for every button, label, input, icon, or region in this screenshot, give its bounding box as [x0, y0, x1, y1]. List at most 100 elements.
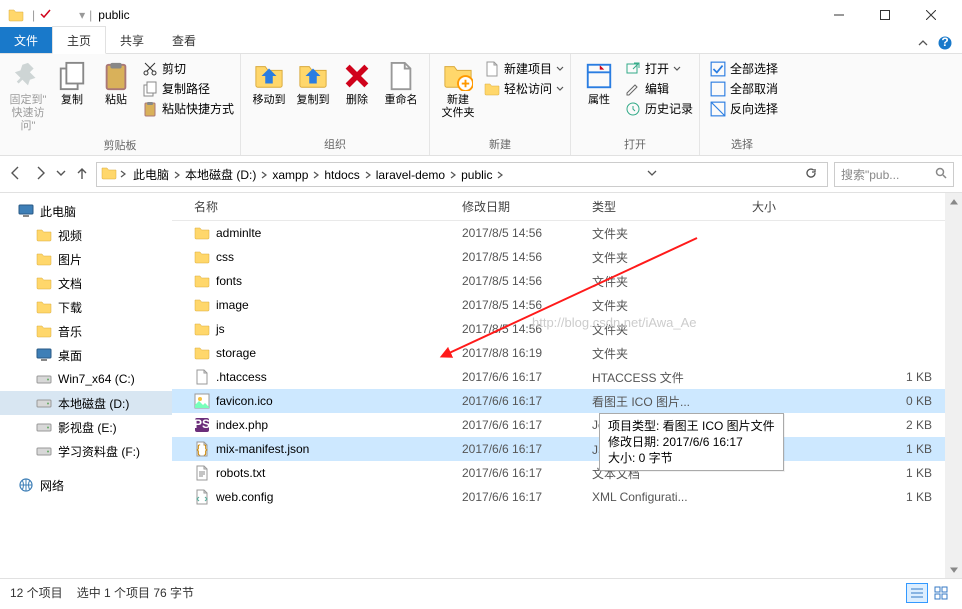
- sidebar-drive-e[interactable]: 影视盘 (E:): [0, 415, 172, 439]
- file-row[interactable]: favicon.ico2017/6/6 16:17看图王 ICO 图片...0 …: [172, 389, 962, 413]
- sidebar-drive-c[interactable]: Win7_x64 (C:): [0, 367, 172, 391]
- new-item-button[interactable]: 新建项目: [484, 60, 564, 77]
- breadcrumb-segment[interactable]: xampp: [268, 168, 312, 182]
- sidebar-desktop[interactable]: 桌面: [0, 343, 172, 367]
- tab-home[interactable]: 主页: [52, 26, 106, 54]
- breadcrumb-segment[interactable]: htdocs: [320, 168, 363, 182]
- sidebar-downloads[interactable]: 下载: [0, 295, 172, 319]
- folder-icon: [194, 345, 210, 361]
- file-date: 2017/8/5 14:56: [462, 274, 592, 288]
- invert-selection-button[interactable]: 反向选择: [710, 100, 778, 117]
- quick-access-check-icon[interactable]: [39, 7, 55, 23]
- sidebar-videos[interactable]: 视频: [0, 223, 172, 247]
- breadcrumb-segment[interactable]: 本地磁盘 (D:): [181, 168, 260, 182]
- help-button[interactable]: ?: [938, 36, 952, 53]
- recent-locations-button[interactable]: [56, 167, 66, 181]
- file-row[interactable]: fonts2017/8/5 14:56文件夹: [172, 269, 962, 293]
- col-name[interactable]: 名称: [172, 198, 462, 215]
- refresh-button[interactable]: [799, 167, 823, 182]
- file-date: 2017/6/6 16:17: [462, 466, 592, 480]
- view-details-button[interactable]: [906, 583, 928, 603]
- history-button[interactable]: 历史记录: [625, 100, 693, 117]
- col-date[interactable]: 修改日期: [462, 198, 592, 215]
- col-size[interactable]: 大小: [752, 198, 962, 215]
- breadcrumb-segment[interactable]: 此电脑: [129, 168, 173, 182]
- search-input[interactable]: 搜索"pub...: [834, 162, 954, 187]
- breadcrumb-segment[interactable]: laravel-demo: [372, 168, 449, 182]
- file-row[interactable]: .htaccess2017/6/6 16:17HTACCESS 文件1 KB: [172, 365, 962, 389]
- file-row[interactable]: adminlte2017/8/5 14:56文件夹: [172, 221, 962, 245]
- tab-file[interactable]: 文件: [0, 27, 52, 53]
- sidebar-documents[interactable]: 文档: [0, 271, 172, 295]
- chevron-right-icon[interactable]: [364, 168, 372, 182]
- quick-access-folder-icon[interactable]: [59, 7, 75, 23]
- move-to-button[interactable]: 移动到: [247, 58, 291, 107]
- maximize-button[interactable]: [862, 0, 908, 29]
- minimize-button[interactable]: [816, 0, 862, 29]
- file-row[interactable]: css2017/8/5 14:56文件夹: [172, 245, 962, 269]
- view-icons-button[interactable]: [930, 583, 952, 603]
- select-none-button[interactable]: 全部取消: [710, 80, 778, 97]
- file-date: 2017/6/6 16:17: [462, 418, 592, 432]
- cut-button[interactable]: 剪切: [142, 60, 234, 77]
- file-date: 2017/6/6 16:17: [462, 394, 592, 408]
- address-expand-button[interactable]: [646, 167, 658, 182]
- ribbon-collapse-button[interactable]: [918, 38, 928, 52]
- tab-share[interactable]: 共享: [106, 27, 158, 53]
- navigation-row: 此电脑本地磁盘 (D:) xampp htdocs laravel-demo publi…: [0, 156, 962, 192]
- copy-button[interactable]: 复制: [50, 58, 94, 107]
- file-row[interactable]: js2017/8/5 14:56文件夹: [172, 317, 962, 341]
- select-all-button[interactable]: 全部选择: [710, 60, 778, 77]
- back-button[interactable]: [8, 165, 24, 184]
- file-row[interactable]: web.config2017/6/6 16:17XML Configurati.…: [172, 485, 962, 509]
- file-name: storage: [216, 346, 256, 360]
- easy-access-button[interactable]: 轻松访问: [484, 80, 564, 97]
- forward-button[interactable]: [32, 165, 48, 184]
- paste-shortcut-button[interactable]: 粘贴快捷方式: [142, 100, 234, 117]
- file-row[interactable]: index.php2017/6/6 16:17JetBrains PhpSto.…: [172, 413, 962, 437]
- delete-button[interactable]: 删除: [335, 58, 379, 107]
- sidebar-drive-f[interactable]: 学习资料盘 (F:): [0, 439, 172, 463]
- sidebar-drive-d[interactable]: 本地磁盘 (D:): [0, 391, 172, 415]
- folder-icon: [194, 225, 210, 241]
- copy-to-button[interactable]: 复制到: [291, 58, 335, 107]
- group-clipboard-label: 剪贴板: [0, 137, 240, 156]
- file-icon: [194, 369, 210, 385]
- file-name: adminlte: [216, 226, 261, 240]
- sidebar-this-pc[interactable]: 此电脑: [0, 199, 172, 223]
- pin-to-quick-access-button[interactable]: 固定到" 快速访问": [6, 58, 50, 133]
- file-name: web.config: [216, 490, 273, 504]
- column-headers[interactable]: 名称 修改日期 类型 大小: [172, 193, 962, 221]
- properties-button[interactable]: 属性: [577, 58, 621, 107]
- file-row[interactable]: robots.txt2017/6/6 16:17文本文档1 KB: [172, 461, 962, 485]
- file-row[interactable]: image 2017/8/5 14:56文件夹: [172, 293, 962, 317]
- chevron-right-icon[interactable]: [449, 168, 457, 182]
- file-name: image: [216, 298, 249, 312]
- up-button[interactable]: [74, 165, 90, 184]
- file-row[interactable]: mix-manifest.json2017/6/6 16:17JSON 文件1 …: [172, 437, 962, 461]
- scrollbar[interactable]: [945, 193, 962, 578]
- chevron-right-icon[interactable]: [496, 168, 504, 182]
- folder-icon: [194, 249, 210, 265]
- sidebar-music[interactable]: 音乐: [0, 319, 172, 343]
- copy-path-button[interactable]: 复制路径: [142, 80, 234, 97]
- php-icon: [194, 417, 210, 433]
- file-type: 文件夹: [592, 297, 752, 314]
- address-bar[interactable]: 此电脑本地磁盘 (D:) xampp htdocs laravel-demo publi…: [96, 162, 828, 187]
- file-size: 0 KB: [752, 394, 962, 408]
- sidebar-pictures[interactable]: 图片: [0, 247, 172, 271]
- file-date: 2017/8/5 14:56: [462, 298, 592, 312]
- breadcrumb-segment[interactable]: public: [457, 168, 496, 182]
- rename-button[interactable]: 重命名: [379, 58, 423, 107]
- chevron-right-icon[interactable]: [173, 168, 181, 182]
- new-folder-button[interactable]: 新建 文件夹: [436, 58, 480, 120]
- edit-button[interactable]: 编辑: [625, 80, 693, 97]
- tab-view[interactable]: 查看: [158, 27, 210, 53]
- paste-button[interactable]: 粘贴: [94, 58, 138, 107]
- close-button[interactable]: [908, 0, 954, 29]
- sidebar-network[interactable]: 网络: [0, 473, 172, 497]
- col-type[interactable]: 类型: [592, 198, 752, 215]
- open-button[interactable]: 打开: [625, 60, 693, 77]
- file-row[interactable]: storage2017/8/8 16:19文件夹: [172, 341, 962, 365]
- folder-icon: [194, 297, 210, 313]
